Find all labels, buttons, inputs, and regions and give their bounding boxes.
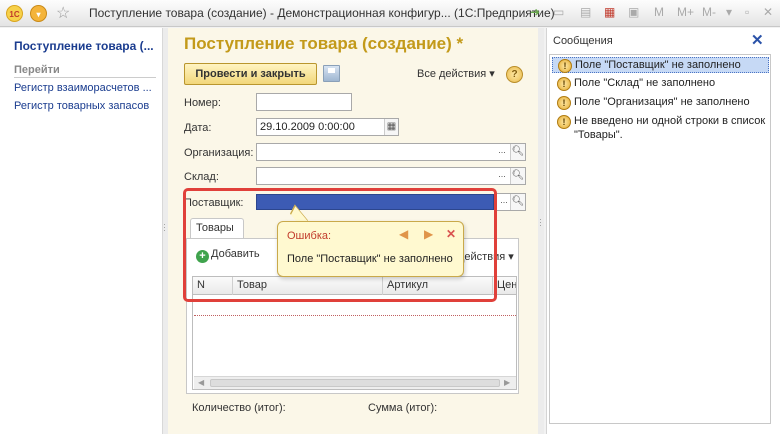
- calc-icon[interactable]: ▣: [628, 5, 639, 19]
- message-text: Не введено ни одной строки в список "Тов…: [574, 115, 766, 141]
- message-item[interactable]: ! Не введено ни одной строки в список "Т…: [552, 114, 769, 144]
- memory-m-button[interactable]: M: [654, 5, 664, 19]
- organization-field[interactable]: ... 🔍︎: [256, 143, 526, 161]
- window-titlebar: 1С ▾ ☆ Поступление товара (создание) - Д…: [0, 0, 780, 27]
- help-button[interactable]: ?: [506, 66, 523, 83]
- error-message: Поле "Поставщик" не заполнено: [287, 253, 453, 265]
- error-tooltip: Ошибка: ◀ ▶ ✕ Поле "Поставщик" не заполн…: [277, 221, 464, 277]
- calendar-icon[interactable]: ▦: [604, 5, 615, 19]
- date-value: 29.10.2009 0:00:00: [260, 121, 355, 133]
- search-icon[interactable]: 🔍︎: [510, 168, 525, 184]
- nav-link-settlements-register[interactable]: Регистр взаиморасчетов ...: [14, 82, 152, 94]
- number-label: Номер:: [184, 97, 221, 109]
- total-quantity-label: Количество (итог):: [192, 402, 286, 414]
- memory-m-minus-button[interactable]: M-: [702, 5, 716, 19]
- nav-document-title[interactable]: Поступление товара (...: [14, 39, 154, 53]
- error-title: Ошибка:: [287, 230, 332, 242]
- number-field[interactable]: [256, 93, 352, 111]
- favorite-star-icon[interactable]: ☆: [56, 3, 70, 23]
- warning-icon: !: [558, 59, 572, 73]
- date-label: Дата:: [184, 122, 212, 134]
- post-and-close-button[interactable]: Провести и закрыть: [184, 63, 317, 85]
- scroll-thumb[interactable]: [210, 379, 500, 387]
- select-dots-icon[interactable]: ...: [495, 144, 509, 160]
- all-actions-menu[interactable]: Все действия ▾: [417, 67, 495, 80]
- message-item[interactable]: ! Поле "Организация" не заполнено: [552, 95, 769, 111]
- save-icon[interactable]: [323, 65, 340, 82]
- messages-title: Сообщения: [553, 35, 613, 47]
- message-text: Поле "Поставщик" не заполнено: [575, 59, 741, 71]
- print-preview-icon[interactable]: ▤: [580, 5, 591, 19]
- splitter-grip-icon: · · ·: [539, 214, 542, 230]
- message-text: Поле "Организация" не заполнено: [574, 96, 750, 108]
- main-menu-icon[interactable]: ▾: [30, 5, 47, 22]
- warehouse-label: Склад:: [184, 171, 219, 183]
- all-actions-label: Все действия: [417, 68, 487, 80]
- arrow-right-icon[interactable]: ▶: [424, 227, 433, 241]
- message-item[interactable]: ! Поле "Поставщик" не заполнено: [552, 57, 769, 73]
- warning-icon: !: [557, 115, 571, 129]
- search-icon[interactable]: 🔍︎: [510, 144, 525, 160]
- message-item[interactable]: ! Поле "Склад" не заполнено: [552, 76, 769, 92]
- message-text: Поле "Склад" не заполнено: [574, 77, 716, 89]
- nav-link-stock-register[interactable]: Регистр товарных запасов: [14, 100, 149, 112]
- page-title: Поступление товара (создание) *: [184, 34, 464, 53]
- warning-icon: !: [557, 96, 571, 110]
- print-icon[interactable]: ▭: [553, 5, 564, 19]
- restore-icon[interactable]: ▫: [745, 5, 749, 19]
- total-sum-label: Сумма (итог):: [368, 402, 438, 414]
- scroll-left-icon[interactable]: ◀: [198, 378, 204, 387]
- supplier-buttons: ... 🔍︎: [496, 193, 526, 211]
- splitter-grip-icon: · · ·: [163, 219, 166, 235]
- right-splitter[interactable]: · · ·: [538, 28, 544, 434]
- horizontal-scrollbar[interactable]: ◀ ▶: [194, 376, 516, 389]
- warehouse-field[interactable]: ... 🔍︎: [256, 167, 526, 185]
- search-icon[interactable]: 🔍︎: [510, 194, 525, 210]
- table-row-divider: [194, 315, 516, 316]
- messages-list: ! Поле "Поставщик" не заполнено ! Поле "…: [549, 54, 771, 424]
- close-icon[interactable]: ✕: [446, 227, 456, 241]
- close-window-icon[interactable]: ✕: [763, 5, 773, 19]
- arrow-left-icon[interactable]: ◀: [399, 227, 408, 241]
- organization-label: Организация:: [184, 147, 254, 159]
- forward-icon[interactable]: ➜: [530, 5, 540, 19]
- nav-section-heading: Перейти: [14, 64, 156, 78]
- scroll-right-icon[interactable]: ▶: [504, 378, 510, 387]
- minimize-icon[interactable]: ▾: [726, 5, 732, 19]
- memory-m-plus-button[interactable]: M+: [677, 5, 694, 19]
- select-dots-icon[interactable]: ...: [497, 194, 511, 210]
- 1c-logo-icon[interactable]: 1С: [6, 5, 23, 22]
- select-dots-icon[interactable]: ...: [495, 168, 509, 184]
- date-field[interactable]: 29.10.2009 0:00:00 ▦: [256, 118, 399, 136]
- window-title: Поступление товара (создание) - Демонстр…: [89, 6, 555, 20]
- warning-icon: !: [557, 77, 571, 91]
- calendar-picker-icon[interactable]: ▦: [384, 119, 398, 135]
- close-icon[interactable]: ✕: [751, 31, 764, 49]
